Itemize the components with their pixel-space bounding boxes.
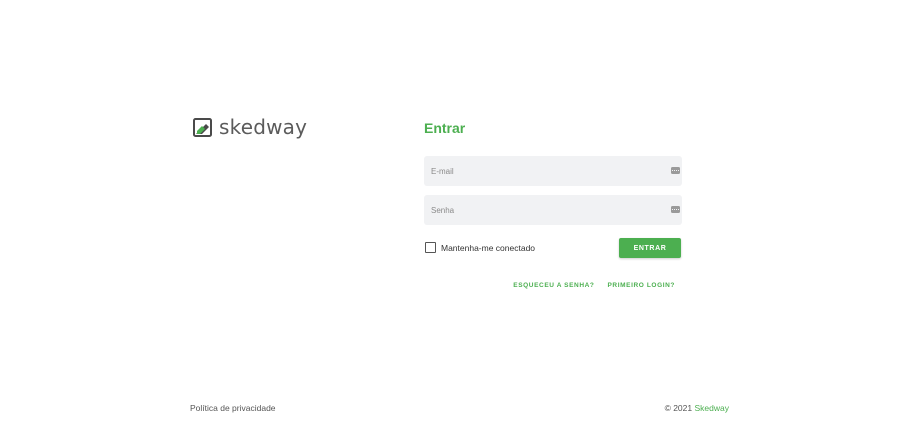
- login-title: Entrar: [424, 120, 466, 136]
- copyright-prefix: © 2021: [664, 403, 693, 413]
- forgot-password-link[interactable]: ESQUECEU A SENHA?: [513, 282, 594, 289]
- password-field[interactable]: [424, 195, 682, 225]
- skedway-logo-icon: [193, 117, 212, 137]
- first-login-link[interactable]: PRIMEIRO LOGIN?: [608, 282, 676, 289]
- privacy-policy-link[interactable]: Política de privacidade: [190, 403, 276, 413]
- auth-links: ESQUECEU A SENHA? PRIMEIRO LOGIN?: [513, 282, 675, 289]
- remember-me-label[interactable]: Mantenha-me conectado: [441, 243, 535, 253]
- password-input[interactable]: [424, 195, 651, 225]
- brand-name: skedway: [219, 115, 308, 139]
- remember-me-checkbox[interactable]: [425, 242, 436, 253]
- brand-logo: skedway: [193, 116, 307, 138]
- login-button[interactable]: ENTRAR: [619, 238, 681, 258]
- copyright: © 2021 Skedway: [665, 403, 729, 413]
- password-manager-icon[interactable]: [671, 167, 680, 174]
- password-manager-icon[interactable]: [671, 206, 680, 213]
- email-input[interactable]: [424, 156, 651, 186]
- copyright-brand-link[interactable]: Skedway: [695, 403, 730, 413]
- login-page: skedway Entrar Mantenha-me conectado ENT…: [0, 0, 920, 430]
- email-field[interactable]: [424, 156, 682, 186]
- remember-me[interactable]: Mantenha-me conectado: [425, 242, 535, 253]
